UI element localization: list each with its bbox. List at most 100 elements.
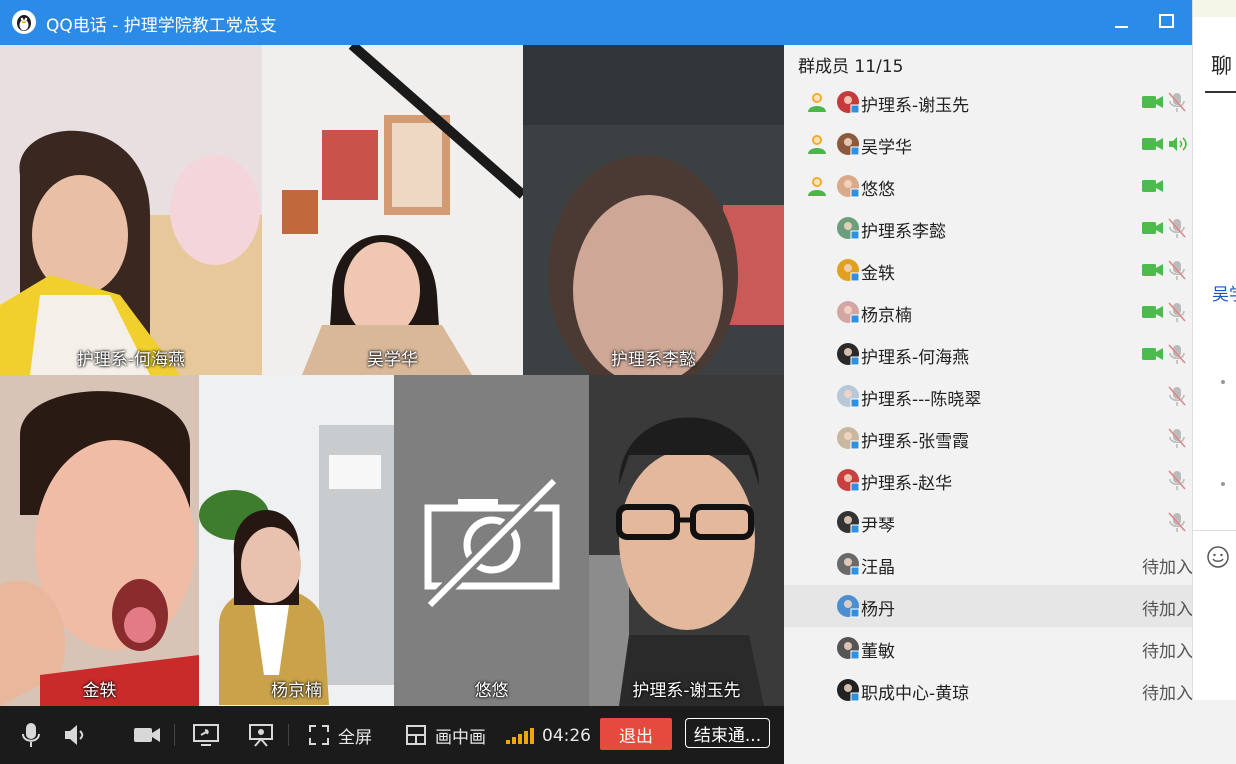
member-row[interactable]: 董敏 待加入 xyxy=(784,627,1193,669)
qq-penguin-icon xyxy=(12,10,36,34)
mic-muted-icon xyxy=(1168,344,1186,364)
host-user-icon xyxy=(808,135,826,154)
video-tile[interactable]: 护理系-谢玉先 xyxy=(589,375,784,706)
member-row[interactable]: 护理系李懿 xyxy=(784,207,1192,249)
participant-name: 金轶 xyxy=(82,681,117,701)
mic-muted-icon xyxy=(1168,218,1186,238)
video-tile[interactable]: 杨京楠 xyxy=(199,375,394,706)
member-row[interactable]: 护理系---陈晓翠 xyxy=(784,375,1192,417)
end-call-button[interactable]: 结束通... xyxy=(685,718,770,748)
member-row[interactable]: 护理系-谢玉先 xyxy=(784,81,1192,123)
tab-underline xyxy=(1205,91,1236,93)
member-name: 悠悠 xyxy=(861,180,895,200)
mic-muted-icon xyxy=(1168,92,1186,112)
camera-icon xyxy=(134,728,160,742)
avatar xyxy=(837,595,860,618)
avatar xyxy=(837,637,860,660)
avatar xyxy=(837,259,860,282)
minimize-icon[interactable] xyxy=(1110,10,1134,34)
video-grid: 护理系-何海燕 吴学华 护理系李懿 金轶 杨京楠 悠悠 护理系-谢玉先 xyxy=(0,45,784,706)
tab-chat[interactable]: 聊 xyxy=(1211,50,1232,80)
chat-panel: 聊 吴学 xyxy=(1192,0,1236,700)
maximize-icon[interactable] xyxy=(1155,10,1179,34)
video-feed xyxy=(0,45,262,375)
member-name: 护理系-谢玉先 xyxy=(861,96,970,116)
screen-share-button[interactable] xyxy=(193,720,219,750)
mic-muted-icon xyxy=(1168,302,1186,322)
pending-status: 待加入 xyxy=(1142,600,1193,620)
host-user-icon xyxy=(808,93,826,112)
camera-button[interactable] xyxy=(133,720,161,750)
member-name: 护理系-赵华 xyxy=(861,474,953,494)
video-feed xyxy=(0,375,199,706)
picture-in-picture-icon xyxy=(406,725,426,745)
mic-muted-icon xyxy=(1168,470,1186,490)
microphone-icon xyxy=(22,723,40,747)
video-tile-camera-off[interactable]: 悠悠 xyxy=(394,375,589,706)
member-row[interactable]: 职成中心-黄琼 待加入 xyxy=(784,669,1193,711)
camera-on-icon xyxy=(1142,180,1163,192)
fullscreen-icon xyxy=(309,725,329,745)
picture-in-picture-label: 画中画 xyxy=(435,727,486,748)
member-row[interactable]: 护理系-张雪霞 xyxy=(784,417,1192,459)
video-tile[interactable]: 吴学华 xyxy=(262,45,523,375)
divider xyxy=(288,724,289,746)
avatar xyxy=(837,553,860,576)
mic-muted-icon xyxy=(1168,512,1186,532)
member-row[interactable]: 杨丹 待加入 xyxy=(784,585,1193,627)
microphone-button[interactable] xyxy=(20,720,42,750)
video-feed xyxy=(523,45,784,375)
participant-name: 悠悠 xyxy=(474,681,509,701)
member-row[interactable]: 杨京楠 xyxy=(784,291,1192,333)
member-panel: 群成员 11/15 护理系-谢玉先 吴学华 悠悠 护理系李懿 金轶 杨京楠 护理系-何海燕护… xyxy=(784,45,1193,764)
signal-icon xyxy=(506,728,534,744)
avatar xyxy=(837,511,860,534)
divider xyxy=(174,724,175,746)
member-count-header: 群成员 11/15 xyxy=(798,57,904,77)
member-row[interactable]: 护理系-赵华 xyxy=(784,459,1192,501)
window-title: QQ电话 - 护理学院教工党总支 xyxy=(46,16,277,36)
pending-status: 待加入 xyxy=(1142,684,1193,704)
mic-muted-icon xyxy=(1168,260,1186,280)
member-row[interactable]: 悠悠 xyxy=(784,165,1192,207)
participant-name: 杨京楠 xyxy=(271,681,322,701)
fullscreen-button[interactable]: 全屏 xyxy=(308,720,372,750)
call-timer: 04:26 xyxy=(542,726,591,746)
participant-name: 护理系李懿 xyxy=(611,350,696,370)
emoji-icon[interactable] xyxy=(1206,545,1230,569)
camera-on-icon xyxy=(1142,96,1163,108)
member-name: 金轶 xyxy=(861,264,895,284)
exit-button[interactable]: 退出 xyxy=(600,718,672,750)
avatar xyxy=(837,343,860,366)
video-tile[interactable]: 金轶 xyxy=(0,375,199,706)
member-row[interactable]: 尹琴 xyxy=(784,501,1192,543)
avatar xyxy=(837,301,860,324)
member-name: 护理系-张雪霞 xyxy=(861,432,970,452)
member-row[interactable]: 吴学华 xyxy=(784,123,1192,165)
speaker-button[interactable] xyxy=(62,720,88,750)
presentation-button[interactable] xyxy=(248,720,274,750)
member-name: 尹琴 xyxy=(861,516,895,536)
member-row[interactable]: 汪晶 待加入 xyxy=(784,543,1193,585)
video-tile[interactable]: 护理系李懿 xyxy=(523,45,784,375)
member-row[interactable]: 金轶 xyxy=(784,249,1192,291)
call-control-bar: 全屏 画中画 04:26 退出 结束通... xyxy=(0,706,784,764)
member-name: 职成中心-黄琼 xyxy=(861,684,970,704)
camera-on-icon xyxy=(1142,222,1163,234)
camera-on-icon xyxy=(1142,264,1163,276)
fullscreen-label: 全屏 xyxy=(338,727,372,748)
speaking-icon xyxy=(1169,137,1187,151)
pending-status: 待加入 xyxy=(1142,558,1193,578)
chat-top-strip xyxy=(1193,0,1236,17)
chat-bullet xyxy=(1221,482,1225,486)
participant-name: 护理系-何海燕 xyxy=(76,350,186,370)
member-row[interactable]: 护理系-何海燕 xyxy=(784,333,1192,375)
avatar xyxy=(837,679,860,702)
picture-in-picture-button[interactable]: 画中画 xyxy=(405,720,486,750)
camera-on-icon xyxy=(1142,348,1163,360)
chat-input-area[interactable] xyxy=(1193,530,1236,700)
mic-muted-icon xyxy=(1168,386,1186,406)
chat-message-link[interactable]: 吴学 xyxy=(1212,280,1236,305)
avatar xyxy=(837,469,860,492)
video-tile[interactable]: 护理系-何海燕 xyxy=(0,45,262,375)
